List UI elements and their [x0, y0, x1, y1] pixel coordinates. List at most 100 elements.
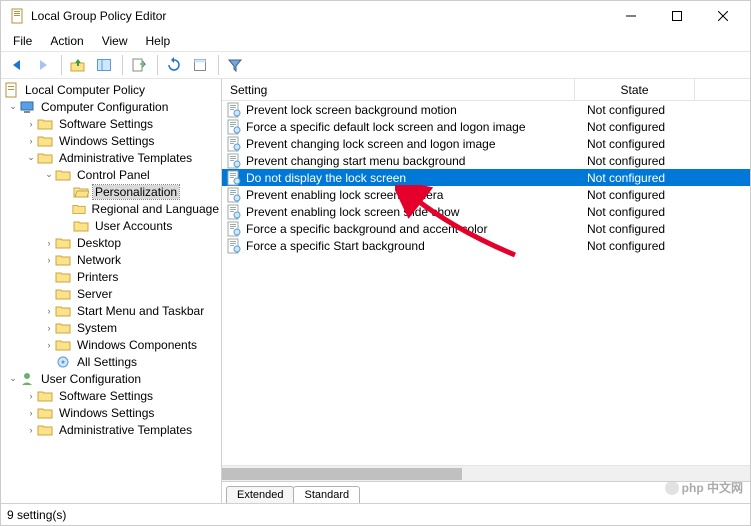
tree-windows-settings[interactable]: › Windows Settings — [1, 132, 221, 149]
back-button[interactable] — [5, 53, 29, 77]
forward-button[interactable] — [31, 53, 55, 77]
tree-pane[interactable]: Local Computer Policy ⌄ Computer Configu… — [1, 79, 222, 503]
collapse-icon[interactable]: ⌄ — [43, 169, 55, 181]
policy-row[interactable]: Force a specific Start backgroundNot con… — [222, 237, 750, 254]
tree-label: Windows Components — [75, 338, 199, 352]
policy-row[interactable]: Prevent enabling lock screen slide showN… — [222, 203, 750, 220]
menu-bar: File Action View Help — [1, 31, 750, 51]
tree-admin-templates-2[interactable]: › Administrative Templates — [1, 421, 221, 438]
collapse-icon[interactable]: ⌄ — [7, 373, 19, 385]
collapse-icon[interactable]: ⌄ — [25, 152, 37, 164]
tree-start-menu-taskbar[interactable]: › Start Menu and Taskbar — [1, 302, 221, 319]
policy-row[interactable]: Force a specific background and accent c… — [222, 220, 750, 237]
collapse-icon[interactable]: ⌄ — [7, 101, 19, 113]
tree-network[interactable]: › Network — [1, 251, 221, 268]
tree-user-config[interactable]: ⌄ User Configuration — [1, 370, 221, 387]
policy-item-icon — [226, 119, 242, 135]
folder-icon — [37, 422, 53, 438]
up-button[interactable] — [66, 53, 90, 77]
scroll-thumb[interactable] — [222, 468, 462, 480]
menu-action[interactable]: Action — [42, 33, 91, 49]
policy-item-icon — [226, 187, 242, 203]
expand-icon[interactable]: › — [43, 305, 55, 317]
policy-name: Force a specific background and accent c… — [246, 222, 579, 236]
tree-software-settings[interactable]: › Software Settings — [1, 115, 221, 132]
minimize-icon — [626, 11, 636, 21]
expand-icon[interactable]: › — [43, 339, 55, 351]
tree-windows-components[interactable]: › Windows Components — [1, 336, 221, 353]
tree-admin-templates[interactable]: ⌄ Administrative Templates — [1, 149, 221, 166]
expand-icon[interactable]: › — [43, 237, 55, 249]
column-header-setting[interactable]: Setting — [222, 79, 575, 100]
policy-item-icon — [226, 102, 242, 118]
policy-row[interactable]: Do not display the lock screenNot config… — [222, 169, 750, 186]
arrow-right-icon — [35, 57, 51, 73]
policy-state: Not configured — [579, 137, 665, 151]
folder-icon — [55, 252, 71, 268]
menu-help[interactable]: Help — [138, 33, 179, 49]
tree-root[interactable]: Local Computer Policy — [1, 81, 221, 98]
tree-label: User Accounts — [93, 219, 174, 233]
refresh-button[interactable] — [162, 53, 186, 77]
policy-item-icon — [226, 204, 242, 220]
minimize-button[interactable] — [608, 1, 654, 31]
tree-label: System — [75, 321, 119, 335]
tree-printers[interactable]: Printers — [1, 268, 221, 285]
properties-button[interactable] — [188, 53, 212, 77]
status-bar: 9 setting(s) — [1, 503, 750, 525]
expand-icon[interactable]: › — [25, 135, 37, 147]
folder-icon — [55, 286, 71, 302]
expand-icon[interactable]: › — [43, 322, 55, 334]
tree-personalization[interactable]: Personalization — [1, 183, 221, 200]
policy-row[interactable]: Prevent changing start menu backgroundNo… — [222, 152, 750, 169]
export-button[interactable] — [127, 53, 151, 77]
tree-all-settings[interactable]: All Settings — [1, 353, 221, 370]
tree-computer-config[interactable]: ⌄ Computer Configuration — [1, 98, 221, 115]
folder-icon — [37, 405, 53, 421]
filter-button[interactable] — [223, 53, 247, 77]
maximize-button[interactable] — [654, 1, 700, 31]
tree-label: Administrative Templates — [57, 151, 194, 165]
tree-desktop[interactable]: › Desktop — [1, 234, 221, 251]
list-header: Setting State — [222, 79, 750, 101]
folder-icon — [55, 337, 71, 353]
expand-icon[interactable]: › — [25, 424, 37, 436]
folder-icon — [37, 150, 53, 166]
policy-state: Not configured — [579, 205, 665, 219]
policy-row[interactable]: Force a specific default lock screen and… — [222, 118, 750, 135]
list-body[interactable]: Prevent lock screen background motionNot… — [222, 101, 750, 465]
tab-standard[interactable]: Standard — [293, 486, 360, 503]
close-button[interactable] — [700, 1, 746, 31]
tree-label: User Configuration — [39, 372, 143, 386]
tree-software-settings-2[interactable]: › Software Settings — [1, 387, 221, 404]
policy-icon — [3, 82, 19, 98]
menu-view[interactable]: View — [94, 33, 136, 49]
folder-icon — [55, 167, 71, 183]
column-header-state[interactable]: State — [575, 79, 695, 100]
policy-name: Force a specific Start background — [246, 239, 579, 253]
toolbar-separator — [218, 55, 219, 75]
maximize-icon — [672, 11, 682, 21]
expand-icon[interactable]: › — [25, 407, 37, 419]
tree-label: Software Settings — [57, 389, 155, 403]
tab-extended[interactable]: Extended — [226, 486, 294, 503]
tree-label: Software Settings — [57, 117, 155, 131]
expand-icon[interactable]: › — [25, 390, 37, 402]
expand-icon[interactable]: › — [43, 254, 55, 266]
tree-regional-language[interactable]: Regional and Language — [1, 200, 221, 217]
policy-row[interactable]: Prevent enabling lock screen cameraNot c… — [222, 186, 750, 203]
show-hide-tree-button[interactable] — [92, 53, 116, 77]
tree-windows-settings-2[interactable]: › Windows Settings — [1, 404, 221, 421]
tree-system[interactable]: › System — [1, 319, 221, 336]
menu-file[interactable]: File — [5, 33, 40, 49]
tree-server[interactable]: Server — [1, 285, 221, 302]
tree-label: Local Computer Policy — [23, 83, 147, 97]
policy-row[interactable]: Prevent lock screen background motionNot… — [222, 101, 750, 118]
policy-state: Not configured — [579, 120, 665, 134]
tree-user-accounts[interactable]: User Accounts — [1, 217, 221, 234]
tree-control-panel[interactable]: ⌄ Control Panel — [1, 166, 221, 183]
policy-row[interactable]: Prevent changing lock screen and logon i… — [222, 135, 750, 152]
policy-item-icon — [226, 221, 242, 237]
expand-icon[interactable]: › — [25, 118, 37, 130]
policy-name: Do not display the lock screen — [246, 171, 579, 185]
